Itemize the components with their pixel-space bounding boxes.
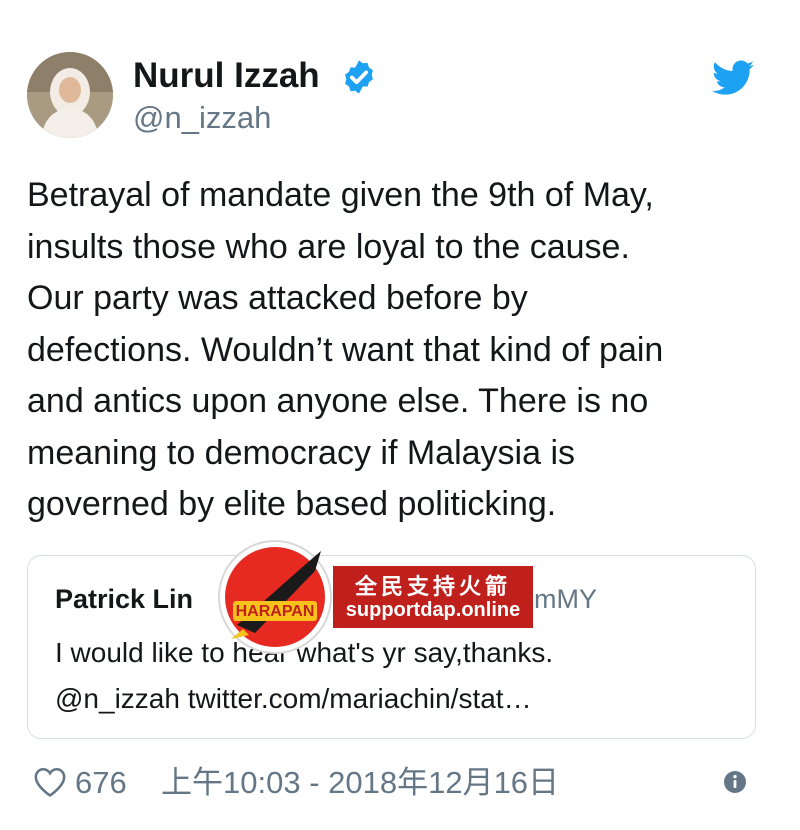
author-display-name[interactable]: Nurul Izzah [133, 56, 320, 96]
tweet-text-line: and antics upon anyone else. There is no [27, 382, 649, 420]
quoted-text-line: I would like to hear what's yr say,thank… [55, 637, 554, 668]
tweet-text-line: defections. Wouldn’t want that kind of p… [27, 330, 664, 369]
banner-url: supportdap.online [345, 599, 521, 621]
tweet-text-line: meaning to democracy if Malaysia is [27, 433, 576, 472]
quoted-author-handle[interactable]: imMY [528, 584, 597, 615]
avatar[interactable] [27, 52, 113, 138]
quoted-tweet-text: I would like to hear what's yr say,thank… [55, 630, 735, 722]
tweet-footer: 676 上午10:03 - 2018年12月16日 [27, 762, 767, 806]
tweet-card: Nurul Izzah @n_izzah Betrayal of mandate… [0, 0, 800, 830]
tweet-text-line: Our party was attacked before by [27, 279, 528, 317]
watermark-banner: 全民支持火箭 supportdap.online [333, 566, 533, 628]
like-count[interactable]: 676 [75, 764, 127, 802]
tweet-text: Betrayal of mandate given the 9th of May… [27, 170, 777, 531]
quoted-author-name[interactable]: Patrick Lin [55, 584, 193, 615]
heart-icon[interactable] [33, 766, 67, 798]
harapan-logo-text: HARAPAN [236, 603, 315, 620]
banner-title: 全民支持火箭 [354, 575, 511, 600]
quoted-text-line[interactable]: @n_izzah twitter.com/mariachin/stat… [55, 676, 735, 722]
info-icon[interactable] [723, 770, 747, 794]
tweet-timestamp[interactable]: 上午10:03 - 2018年12月16日 [161, 764, 559, 802]
tweet-text-line: governed by elite based politicking. [27, 485, 557, 523]
twitter-bird-icon[interactable] [712, 60, 754, 96]
author-handle[interactable]: @n_izzah [133, 100, 271, 136]
verified-badge-icon [345, 60, 373, 94]
tweet-text-line: Betrayal of mandate given the 9th of May… [27, 176, 654, 214]
harapan-rocket-logo: HARAPAN [218, 540, 332, 654]
tweet-text-line: insults those who are loyal to the cause… [27, 227, 630, 266]
